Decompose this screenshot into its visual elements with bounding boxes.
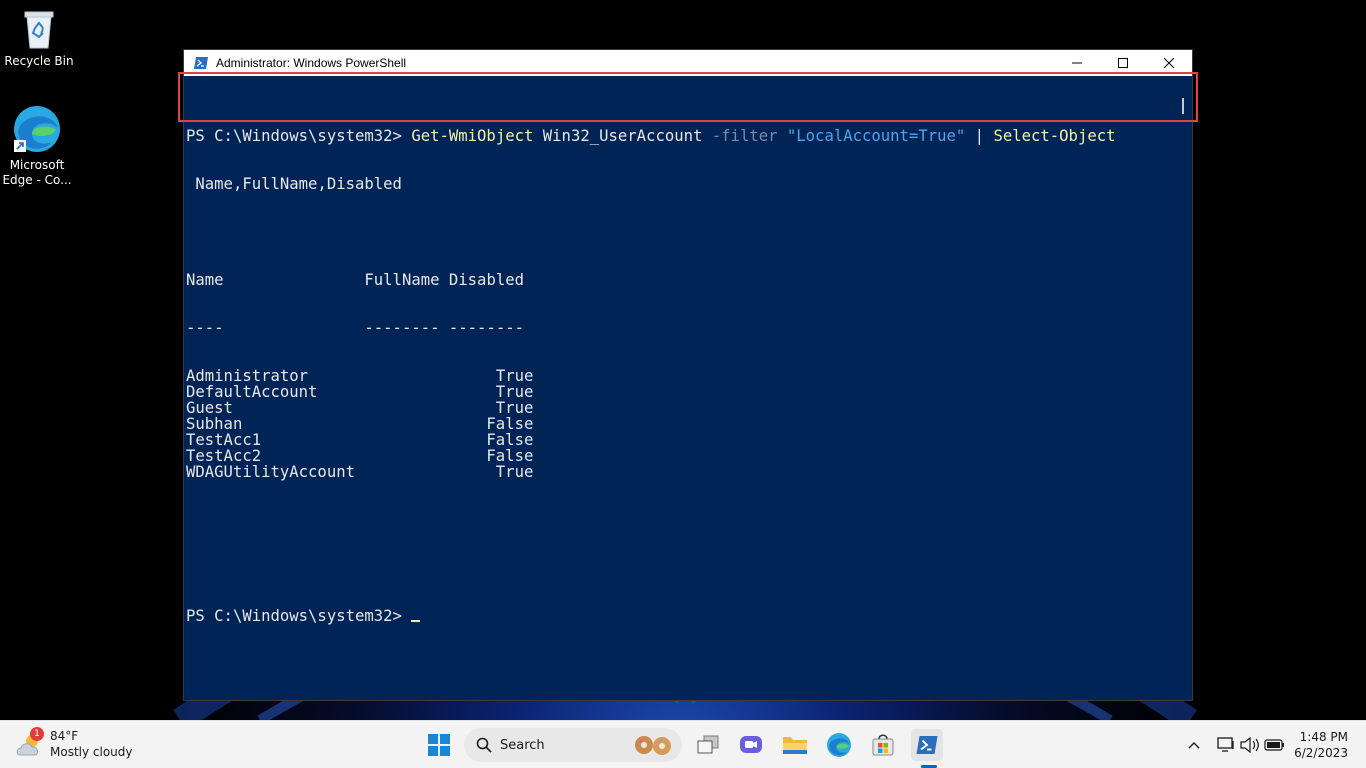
- desktop-icon-edge[interactable]: Microsoft Edge - Co...: [0, 104, 74, 188]
- final-prompt-line[interactable]: PS C:\Windows\system32>: [186, 608, 1172, 624]
- edge-label: Microsoft Edge - Co...: [2, 158, 72, 187]
- header-disabled: Disabled: [448, 271, 524, 289]
- task-view-button[interactable]: [692, 729, 724, 761]
- close-icon: [1164, 58, 1174, 68]
- battery-icon: [1264, 739, 1284, 751]
- clock-time: 1:48 PM: [1299, 730, 1348, 744]
- volume-tray-button[interactable]: [1240, 735, 1260, 755]
- store-icon: [872, 734, 894, 756]
- taskbar: 1 84°F Mostly cloudy Search 1:48 PM 6/2/…: [0, 720, 1366, 768]
- row-disabled: True: [495, 463, 534, 481]
- minimize-icon: [1072, 62, 1082, 64]
- underline-name: ----: [186, 319, 224, 337]
- start-icon: [428, 734, 450, 756]
- display-tray-button[interactable]: [1216, 735, 1236, 755]
- recycle-bin-label: Recycle Bin: [4, 54, 74, 68]
- minimize-button[interactable]: [1054, 50, 1100, 76]
- row-disabled: True: [495, 367, 534, 385]
- cmdlet-argument: Win32_UserAccount: [542, 127, 703, 145]
- display-icon: [1217, 737, 1234, 752]
- string-argument: "LocalAccount=True": [786, 127, 966, 145]
- console-output[interactable]: PS C:\Windows\system32> Get-WmiObject Wi…: [178, 72, 1198, 700]
- start-button[interactable]: [423, 729, 455, 761]
- file-explorer-button[interactable]: [779, 729, 811, 761]
- vertical-scrollbar[interactable]: [1175, 76, 1192, 700]
- chevron-up-icon: [1188, 742, 1200, 749]
- table-row: TestAcc2 False: [186, 448, 1172, 464]
- final-prompt: PS C:\Windows\system32>: [186, 607, 402, 625]
- window-controls: [1054, 50, 1192, 76]
- powershell-icon: [916, 736, 938, 754]
- chat-button[interactable]: [735, 729, 767, 761]
- search-icon: [476, 737, 492, 753]
- row-disabled: False: [486, 415, 534, 433]
- header-name: Name: [186, 271, 224, 289]
- battery-tray-button[interactable]: [1264, 735, 1284, 755]
- edge-icon: [14, 106, 60, 152]
- clock-date: 6/2/2023: [1294, 746, 1348, 760]
- store-button[interactable]: [867, 729, 899, 761]
- cmdlet: Get-WmiObject: [411, 127, 534, 145]
- text-cursor: [411, 620, 421, 622]
- command-highlight-box: [178, 72, 1198, 122]
- close-button[interactable]: [1146, 50, 1192, 76]
- table-row: Subhan False: [186, 416, 1172, 432]
- window-titlebar[interactable]: Administrator: Windows PowerShell: [184, 50, 1192, 76]
- command-line-2: Name,FullName,Disabled: [186, 176, 1172, 192]
- underline-disabled: --------: [448, 319, 524, 337]
- table-row: Guest True: [186, 400, 1172, 416]
- row-disabled: False: [486, 431, 534, 449]
- powershell-window[interactable]: Administrator: Windows PowerShell PS C:\…: [178, 49, 1198, 701]
- table-row: WDAGUtilityAccount True: [186, 464, 1172, 480]
- edge-icon: [827, 733, 851, 757]
- search-highlight-icon: [635, 736, 671, 755]
- task-view-icon: [697, 735, 719, 754]
- row-disabled: True: [495, 399, 534, 417]
- notification-badge: 1: [30, 727, 44, 741]
- table-row: TestAcc1 False: [186, 432, 1172, 448]
- table-rows: Administrator True DefaultAccount True Gue…: [186, 368, 1172, 480]
- file-explorer-icon: [783, 737, 807, 754]
- row-disabled: False: [486, 447, 534, 465]
- command-line-1: PS C:\Windows\system32> Get-WmiObject Wi…: [186, 128, 1172, 144]
- maximize-button[interactable]: [1100, 50, 1146, 76]
- row-disabled: True: [495, 383, 534, 401]
- table-header: Name FullName Disabled: [186, 272, 1172, 288]
- edge-taskbar-button[interactable]: [823, 729, 855, 761]
- table-header-underline: ---- -------- --------: [186, 320, 1172, 336]
- underline-fullname: --------: [364, 319, 440, 337]
- select-properties: Name,FullName,Disabled: [186, 175, 402, 193]
- window-title: Administrator: Windows PowerShell: [216, 56, 407, 70]
- desktop-icon-recycle-bin[interactable]: Recycle Bin: [2, 6, 76, 69]
- cmdlet-select: Select-Object: [993, 127, 1116, 145]
- header-fullname: FullName: [364, 271, 440, 289]
- show-hidden-icons-button[interactable]: [1184, 735, 1204, 755]
- powershell-icon: [194, 57, 208, 69]
- parameter: -filter: [711, 127, 778, 145]
- prompt: PS C:\Windows\system32>: [186, 127, 402, 145]
- volume-icon: [1240, 737, 1259, 753]
- weather-condition: Mostly cloudy: [50, 745, 133, 759]
- pipe-operator: |: [974, 127, 985, 145]
- recycle-bin-icon: [24, 11, 54, 49]
- powershell-taskbar-button[interactable]: [911, 729, 943, 761]
- search-label: Search: [500, 737, 545, 753]
- chat-icon: [740, 736, 762, 753]
- weather-widget[interactable]: 1 84°F Mostly cloudy: [16, 727, 146, 761]
- clock[interactable]: 1:48 PM 6/2/2023: [1294, 729, 1348, 761]
- row-name: WDAGUtilityAccount: [186, 463, 355, 481]
- table-row: DefaultAccount True: [186, 384, 1172, 400]
- scroll-thumb[interactable]: [1182, 98, 1184, 114]
- maximize-icon: [1118, 58, 1128, 68]
- taskbar-search[interactable]: Search: [464, 728, 682, 762]
- weather-temp: 84°F: [50, 729, 79, 743]
- table-row: Administrator True: [186, 368, 1172, 384]
